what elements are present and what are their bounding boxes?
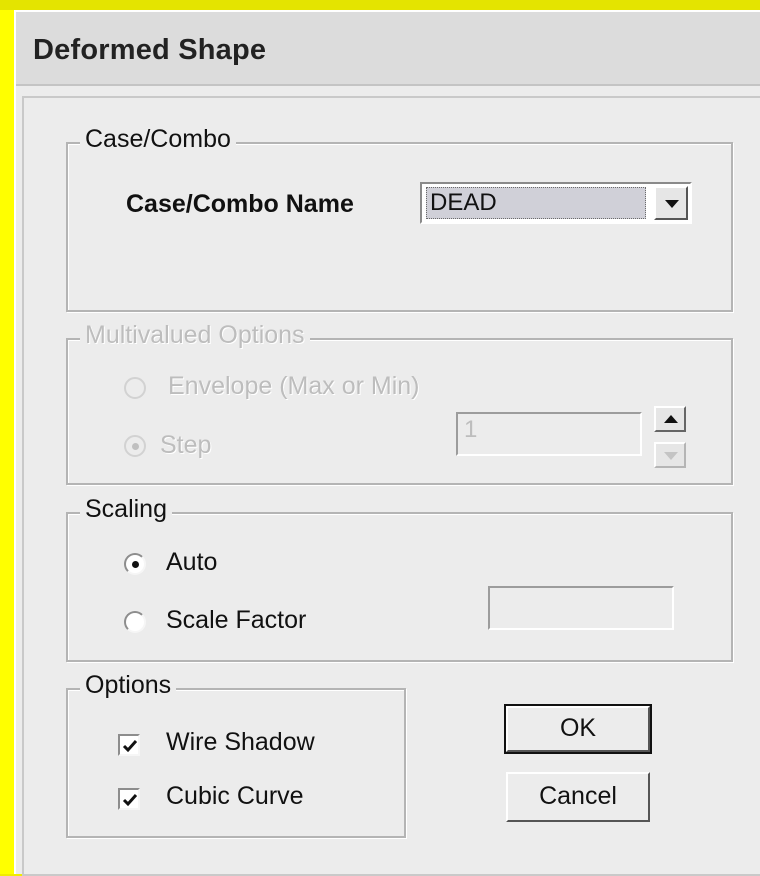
arrow-down-icon <box>664 452 678 460</box>
options-group: Options Wire Shadow Cubic Curve <box>66 671 406 838</box>
case-combo-select[interactable]: DEAD <box>420 182 692 224</box>
step-spin-up[interactable] <box>654 406 686 432</box>
wire-shadow-label: Wire Shadow <box>166 728 315 756</box>
chevron-down-icon <box>665 200 679 208</box>
envelope-radio[interactable] <box>124 377 146 399</box>
step-radio[interactable] <box>124 435 146 457</box>
dialog-body: Case/Combo Case/Combo Name DEAD Multival… <box>22 96 760 876</box>
background-left-strip <box>0 0 14 874</box>
dropdown-button[interactable] <box>654 186 688 220</box>
cancel-button[interactable]: Cancel <box>506 772 650 822</box>
radio-selected-dot <box>132 561 139 568</box>
title-bar[interactable]: Deformed Shape <box>16 12 760 86</box>
multivalued-options-group: Multivalued Options Envelope (Max or Min… <box>66 321 733 485</box>
case-combo-group-label: Case/Combo <box>80 125 236 154</box>
step-input-value: 1 <box>464 416 478 443</box>
cubic-curve-checkbox[interactable] <box>118 788 140 810</box>
cubic-curve-label: Cubic Curve <box>166 782 304 810</box>
auto-radio-label: Auto <box>166 548 218 576</box>
step-spin-down[interactable] <box>654 442 686 468</box>
checkmark-icon <box>122 794 138 807</box>
deformed-shape-dialog: Deformed Shape Case/Combo Case/Combo Nam… <box>14 10 760 876</box>
scale-factor-input[interactable] <box>488 586 674 630</box>
arrow-up-icon <box>664 415 678 423</box>
scaling-group: Scaling Auto Scale Factor <box>66 495 733 662</box>
checkmark-icon <box>122 740 138 753</box>
step-input[interactable]: 1 <box>456 412 642 456</box>
wire-shadow-checkbox[interactable] <box>118 734 140 756</box>
scaling-group-label: Scaling <box>80 495 172 524</box>
background-top-strip <box>0 0 760 10</box>
scale-factor-radio-label: Scale Factor <box>166 606 307 634</box>
step-radio-label: Step <box>160 431 212 459</box>
multivalued-options-group-label: Multivalued Options <box>80 321 310 350</box>
envelope-radio-label: Envelope (Max or Min) <box>168 372 420 400</box>
case-combo-group: Case/Combo Case/Combo Name DEAD <box>66 125 733 312</box>
case-combo-name-label: Case/Combo Name <box>126 190 354 218</box>
scale-factor-radio[interactable] <box>124 611 146 633</box>
options-group-label: Options <box>80 671 177 700</box>
ok-button[interactable]: OK <box>504 704 652 754</box>
dialog-title: Deformed Shape <box>33 34 267 66</box>
radio-selected-dot <box>132 443 139 450</box>
case-combo-selected-value: DEAD <box>426 187 646 219</box>
auto-radio[interactable] <box>124 553 146 575</box>
